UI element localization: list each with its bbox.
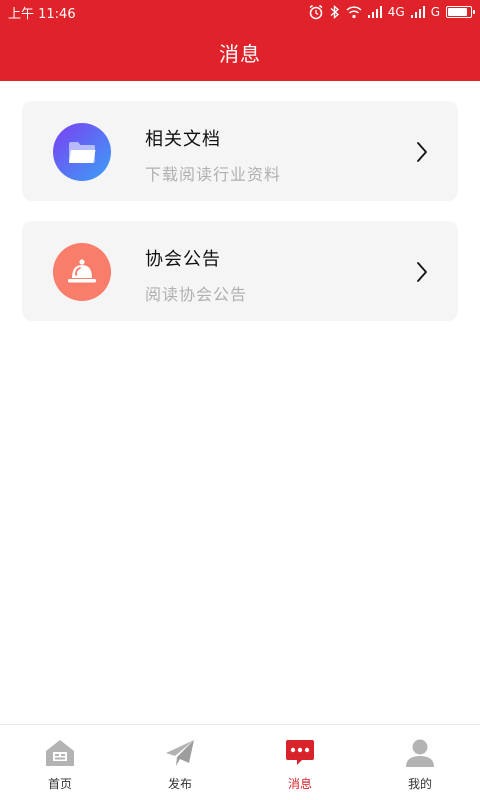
folder-icon [53, 123, 111, 181]
card-subtitle: 下载阅读行业资料 [145, 165, 282, 184]
status-time: 上午 11:46 [8, 6, 76, 22]
tab-messages[interactable]: 消息 [240, 725, 360, 800]
bell-icon [53, 243, 111, 301]
status-bar: 上午 11:46 4G G [0, 0, 480, 24]
paper-plane-icon [163, 738, 197, 772]
home-icon [43, 738, 77, 772]
card-association-notices[interactable]: 协会公告 阅读协会公告 [22, 221, 458, 321]
title-bar: 消息 [0, 24, 480, 81]
card-title: 协会公告 [145, 249, 221, 270]
tab-label: 我的 [407, 777, 432, 791]
signal-icon-2 [410, 6, 425, 18]
user-icon [403, 738, 437, 772]
alarm-icon [308, 4, 324, 20]
tab-label: 首页 [47, 777, 72, 791]
network-type-label: 4G [387, 5, 405, 19]
status-icons: 4G G [308, 4, 475, 20]
bottom-tab-bar: 首页 发布 消息 我的 [0, 724, 480, 800]
tab-mine[interactable]: 我的 [360, 725, 480, 800]
card-text: 相关文档 下载阅读行业资料 [145, 125, 281, 185]
signal-icon [367, 6, 382, 18]
card-text: 协会公告 阅读协会公告 [145, 245, 247, 305]
tab-label: 发布 [167, 777, 192, 791]
tab-publish[interactable]: 发布 [120, 725, 240, 800]
chat-icon [283, 738, 317, 772]
battery-icon [446, 6, 475, 18]
tab-home[interactable]: 首页 [0, 725, 120, 800]
bluetooth-icon [330, 4, 340, 20]
card-related-documents[interactable]: 相关文档 下载阅读行业资料 [22, 101, 458, 201]
network-type-label-2: G [430, 5, 440, 19]
wifi-icon [346, 5, 362, 19]
tab-label: 消息 [287, 777, 312, 791]
card-subtitle: 阅读协会公告 [145, 285, 248, 304]
page-title: 消息 [219, 42, 261, 66]
card-title: 相关文档 [145, 129, 221, 150]
chevron-right-icon [416, 141, 428, 167]
chevron-right-icon [416, 261, 428, 287]
